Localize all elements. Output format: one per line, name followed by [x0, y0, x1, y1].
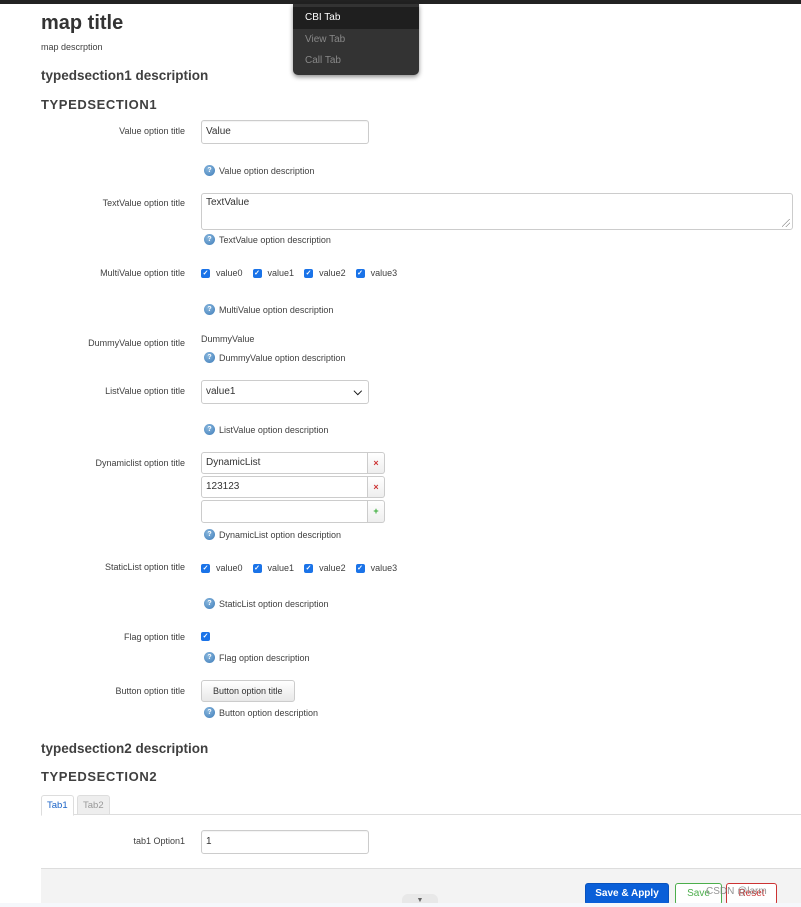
remove-entry-button[interactable]: × [368, 452, 385, 474]
checkbox-label: value2 [319, 268, 346, 278]
tab1-option1-input[interactable]: 1 [201, 830, 369, 854]
textvalue-option-description: ? TextValue option description [204, 234, 331, 245]
tab1-option1-label: tab1 Option1 [133, 836, 185, 846]
dynamiclist-row: DynamicList × [201, 452, 385, 474]
page-description: map descrption [41, 42, 103, 52]
staticlist-checkbox-group: ✓ value0 ✓ value1 ✓ value2 ✓ value3 [201, 563, 407, 573]
dynamiclist-row: 123123 × [201, 476, 385, 498]
checkbox-value2[interactable]: ✓ [304, 563, 314, 573]
checkbox-label: value2 [319, 563, 346, 573]
checkbox-value0[interactable]: ✓ [201, 268, 210, 278]
flag-option-description: ? Flag option description [204, 652, 310, 663]
help-icon: ? [204, 352, 215, 363]
menu-item-call-tab[interactable]: Call Tab [293, 50, 419, 71]
section1-description: typedsection1 description [41, 68, 209, 83]
dynamiclist-entry-input[interactable]: 123123 [201, 476, 368, 498]
resize-grip-icon[interactable] [782, 219, 790, 227]
help-icon: ? [204, 304, 215, 315]
checkbox-value3[interactable]: ✓ [355, 268, 365, 278]
flag-checkbox[interactable]: ✓ [201, 632, 210, 641]
checkbox-value3[interactable]: ✓ [355, 563, 365, 573]
dynamiclist-row: + [201, 500, 385, 523]
dynamiclist-option-description: ? DynamicList option description [204, 529, 341, 540]
textvalue-option-label: TextValue option title [102, 198, 185, 208]
button-option-description: ? Button option description [204, 707, 318, 718]
description-text: Value option description [219, 165, 315, 176]
add-entry-button[interactable]: + [368, 500, 385, 523]
value-option-input[interactable]: Value [201, 120, 369, 144]
help-icon: ? [204, 234, 215, 245]
help-icon: ? [204, 165, 215, 176]
staticlist-option-label: StaticList option title [104, 562, 185, 572]
flag-option-label: Flag option title [123, 632, 185, 642]
help-icon: ? [204, 424, 215, 435]
value-option-description: ? Value option description [204, 165, 314, 176]
bottom-edge [0, 903, 801, 907]
multivalue-option-description: ? MultiValue option description [204, 304, 333, 315]
description-text: StaticList option description [219, 598, 329, 609]
checkbox-label: value1 [267, 268, 295, 278]
description-text: TextValue option description [219, 234, 331, 245]
dummyvalue-option-label: DummyValue option title [88, 338, 185, 348]
help-icon: ? [204, 707, 215, 718]
checkbox-value0[interactable]: ✓ [201, 563, 210, 573]
checkbox-label: value3 [370, 563, 398, 573]
checkbox-label: value0 [216, 563, 243, 573]
staticlist-option-description: ? StaticList option description [204, 598, 329, 609]
dynamiclist-entry-input[interactable]: DynamicList [201, 452, 368, 474]
checkbox-value2[interactable]: ✓ [304, 268, 314, 278]
dummyvalue-option-description: ? DummyValue option description [204, 352, 345, 363]
checkbox-label: value3 [370, 268, 398, 278]
button-option-button[interactable]: Button option title [201, 680, 295, 702]
description-text: DynamicList option description [219, 529, 342, 540]
textarea-value: TextValue [206, 197, 250, 208]
description-text: MultiValue option description [219, 304, 334, 315]
remove-entry-button[interactable]: × [368, 476, 385, 498]
value-option-label: Value option title [119, 126, 185, 136]
dynamiclist-new-entry-input[interactable] [201, 500, 368, 523]
description-text: Flag option description [219, 652, 310, 663]
listvalue-option-description: ? ListValue option description [204, 424, 328, 435]
description-text: ListValue option description [219, 424, 329, 435]
textvalue-option-textarea[interactable]: TextValue [201, 193, 793, 230]
help-icon: ? [204, 529, 215, 540]
tab-tab1[interactable]: Tab1 [41, 795, 74, 816]
multivalue-checkbox-group: ✓ value0 ✓ value1 ✓ value2 ✓ value3 [201, 268, 407, 278]
listvalue-option-label: ListValue option title [105, 386, 185, 396]
watermark: CSDN @larm [706, 886, 767, 897]
help-icon: ? [204, 598, 215, 609]
checkbox-value1[interactable]: ✓ [252, 268, 262, 278]
menu-item-cbi-tab[interactable]: CBI Tab [293, 7, 419, 29]
chevron-down-icon: ⌵ [353, 386, 362, 398]
page-title: map title [41, 12, 124, 34]
menu-item-view-tab[interactable]: View Tab [293, 29, 419, 50]
section1-title: TYPEDSECTION1 [41, 97, 158, 112]
description-text: DummyValue option description [219, 352, 346, 363]
listvalue-select[interactable]: value1 ⌵ [201, 380, 369, 404]
help-icon: ? [204, 652, 215, 663]
select-value: value1 [206, 386, 236, 397]
checkbox-label: value0 [216, 268, 243, 278]
tab-dropdown-menu: CBI Tab View Tab Call Tab [293, 4, 419, 75]
dummyvalue-text: DummyValue [201, 334, 255, 344]
dynamiclist-group: DynamicList × 123123 × + [201, 452, 385, 525]
checkbox-label: value1 [267, 563, 295, 573]
section2-tabs: Tab1 Tab2 [41, 795, 801, 816]
save-apply-button[interactable]: Save & Apply [585, 883, 669, 905]
multivalue-option-label: MultiValue option title [100, 268, 185, 278]
tab-tab2[interactable]: Tab2 [77, 795, 110, 815]
checkbox-value1[interactable]: ✓ [252, 563, 262, 573]
section2-title: TYPEDSECTION2 [41, 769, 158, 784]
description-text: Button option description [219, 707, 319, 718]
dynamiclist-option-label: Dynamiclist option title [95, 458, 185, 468]
section2-description: typedsection2 description [41, 741, 209, 756]
button-option-label: Button option title [115, 686, 185, 696]
